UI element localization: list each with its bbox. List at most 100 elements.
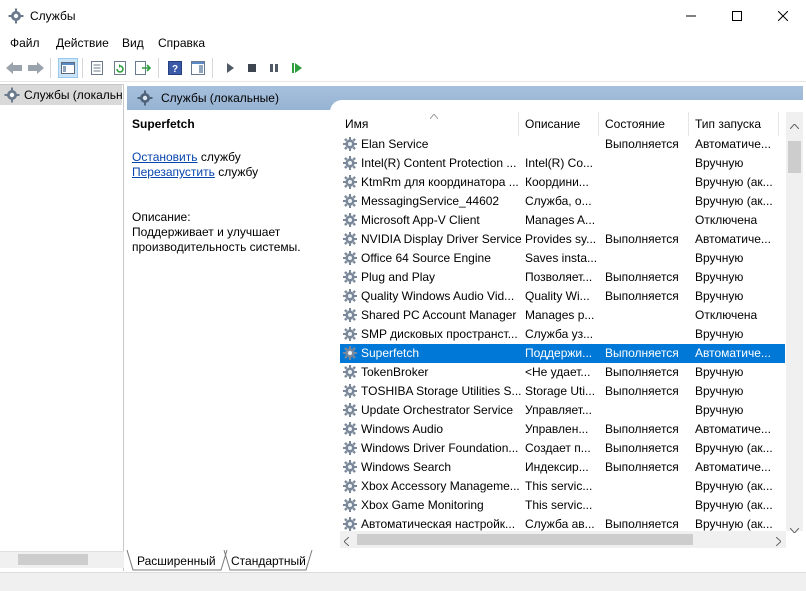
service-row[interactable]: Windows Search Индексир... Выполняется Авто… — [340, 458, 785, 477]
service-gear-icon — [342, 345, 358, 361]
service-row[interactable]: Update Orchestrator Service Управляет... В… — [340, 401, 785, 420]
service-status: Выполняется — [605, 384, 679, 398]
service-name: NVIDIA Display Driver Service — [361, 232, 521, 246]
close-button[interactable] — [760, 0, 806, 32]
console-tree-icon[interactable] — [58, 58, 78, 78]
service-description: Создает п... — [525, 441, 591, 455]
service-row[interactable]: NVIDIA Display Driver Service Provides sy… — [340, 230, 785, 249]
service-startup-type: Автоматиче... — [695, 422, 771, 436]
service-gear-icon — [342, 326, 358, 342]
service-description: This servic... — [525, 479, 593, 493]
scroll-left-arrow-icon[interactable] — [343, 535, 350, 549]
service-row[interactable]: Windows Driver Foundation... Создает п...… — [340, 439, 785, 458]
stop-service-link[interactable]: Остановить — [132, 150, 198, 164]
menu-file[interactable]: Файл — [10, 36, 40, 50]
start-service-icon[interactable] — [220, 58, 240, 78]
tab-standard[interactable]: Стандартный — [231, 551, 306, 570]
restart-service-link[interactable]: Перезапустить — [132, 165, 215, 179]
scroll-up-arrow-icon[interactable] — [789, 118, 800, 132]
service-gear-icon — [342, 288, 358, 304]
service-startup-type: Вручную — [695, 365, 744, 379]
tree-scroll-thumb[interactable] — [18, 554, 88, 565]
restart-service-icon[interactable] — [287, 58, 307, 78]
back-arrow-icon[interactable] — [4, 58, 24, 78]
service-startup-type: Вручную (ак... — [695, 517, 773, 531]
service-name: KtmRm для координатора ... — [361, 175, 519, 189]
vertical-scrollbar[interactable] — [786, 112, 803, 531]
service-row[interactable]: KtmRm для координатора ... Координи... Вру… — [340, 173, 785, 192]
service-name: SMP дисковых пространст... — [361, 327, 518, 341]
service-startup-type: Вручную (ак... — [695, 479, 773, 493]
service-name: Quality Windows Audio Vid... — [361, 289, 515, 303]
refresh-icon[interactable] — [110, 58, 130, 78]
service-row[interactable]: TokenBroker <Не удает... Выполняется Вручну… — [340, 363, 785, 382]
service-description: Управляет... — [525, 403, 592, 417]
service-description: Управлен... — [525, 422, 589, 436]
menu-action[interactable]: Действие — [56, 36, 109, 50]
tree-item-local-services[interactable]: Службы (локальные) — [0, 85, 122, 105]
properties-icon[interactable] — [87, 58, 107, 78]
column-header-startup[interactable]: Тип запуска — [695, 114, 761, 134]
pause-service-icon[interactable] — [264, 58, 284, 78]
service-name: Superfetch — [361, 346, 420, 360]
scroll-right-arrow-icon[interactable] — [775, 535, 782, 549]
service-row[interactable]: Quality Windows Audio Vid... Quality Wi..… — [340, 287, 785, 306]
service-row[interactable]: Plug and Play Позволяет... Выполняется Вруч… — [340, 268, 785, 287]
service-name: TokenBroker — [361, 365, 429, 379]
column-header-status[interactable]: Состояние — [605, 114, 665, 134]
description-text: Поддерживает и улучшает производительнос… — [132, 225, 301, 254]
service-startup-type: Автоматиче... — [695, 346, 771, 360]
service-name: Shared PC Account Manager — [361, 308, 517, 322]
service-row[interactable]: MessagingService_44602 Служба, о... Вручну… — [340, 192, 785, 211]
service-gear-icon — [342, 497, 358, 513]
minimize-button[interactable] — [668, 0, 714, 32]
detail-service-name: Superfetch — [132, 117, 195, 131]
service-name: Xbox Game Monitoring — [361, 498, 484, 512]
tab-extended[interactable]: Расширенный — [137, 551, 216, 570]
service-gear-icon — [342, 212, 358, 228]
service-startup-type: Вручную — [695, 289, 744, 303]
service-name: Автоматическая настройк... — [361, 517, 516, 531]
column-header-description[interactable]: Описание — [525, 114, 580, 134]
service-name: Plug and Play — [361, 270, 436, 284]
service-name: Windows Search — [361, 460, 452, 474]
service-row[interactable]: Office 64 Source Engine Saves insta... Вру… — [340, 249, 785, 268]
service-row[interactable]: Superfetch Поддержи... Выполняется Автомати… — [340, 344, 785, 363]
service-startup-type: Вручную (ак... — [695, 175, 773, 189]
service-row[interactable]: TOSHIBA Storage Utilities S... Storage Ut… — [340, 382, 785, 401]
service-row[interactable]: Shared PC Account Manager Manages p... Отк… — [340, 306, 785, 325]
service-description: Позволяет... — [525, 270, 593, 284]
service-name: Windows Audio — [361, 422, 444, 436]
stop-service-icon[interactable] — [242, 58, 262, 78]
forward-arrow-icon[interactable] — [26, 58, 46, 78]
scroll-down-arrow-icon[interactable] — [789, 522, 800, 536]
service-name: Microsoft App-V Client — [361, 213, 480, 227]
service-status: Выполняется — [605, 517, 679, 531]
column-header-name[interactable]: Имя — [345, 114, 368, 134]
service-row[interactable]: Microsoft App-V Client Manages A... Отключ… — [340, 211, 785, 230]
service-gear-icon — [342, 136, 358, 152]
sort-ascending-icon — [429, 108, 439, 122]
service-gear-icon — [342, 440, 358, 456]
service-row[interactable]: Xbox Accessory Manageme... This servic...… — [340, 477, 785, 496]
service-row[interactable]: Intel(R) Content Protection ... Intel(R) … — [340, 154, 785, 173]
service-description: Quality Wi... — [525, 289, 590, 303]
service-gear-icon — [342, 383, 358, 399]
service-startup-type: Вручную (ак... — [695, 441, 773, 455]
service-row[interactable]: Windows Audio Управлен... Выполняется Автом… — [340, 420, 785, 439]
service-row[interactable]: Xbox Game Monitoring This servic... Вручну… — [340, 496, 785, 515]
menu-help[interactable]: Справка — [158, 36, 205, 50]
help-icon[interactable]: ? — [165, 58, 185, 78]
action-pane-icon[interactable] — [188, 58, 208, 78]
service-gear-icon — [342, 307, 358, 323]
service-startup-type: Вручную (ак... — [695, 498, 773, 512]
service-description: Поддержи... — [525, 346, 593, 360]
service-row[interactable]: SMP дисковых пространст... Служба уз... Вр… — [340, 325, 785, 344]
export-list-icon[interactable] — [133, 58, 153, 78]
horizontal-scroll-thumb[interactable] — [357, 534, 693, 545]
menu-view[interactable]: Вид — [122, 36, 144, 50]
service-row[interactable]: Elan Service Выполняется Автоматиче... — [340, 135, 785, 154]
vertical-scroll-thumb[interactable] — [788, 141, 801, 173]
maximize-button[interactable] — [714, 0, 760, 32]
service-status: Выполняется — [605, 346, 679, 360]
